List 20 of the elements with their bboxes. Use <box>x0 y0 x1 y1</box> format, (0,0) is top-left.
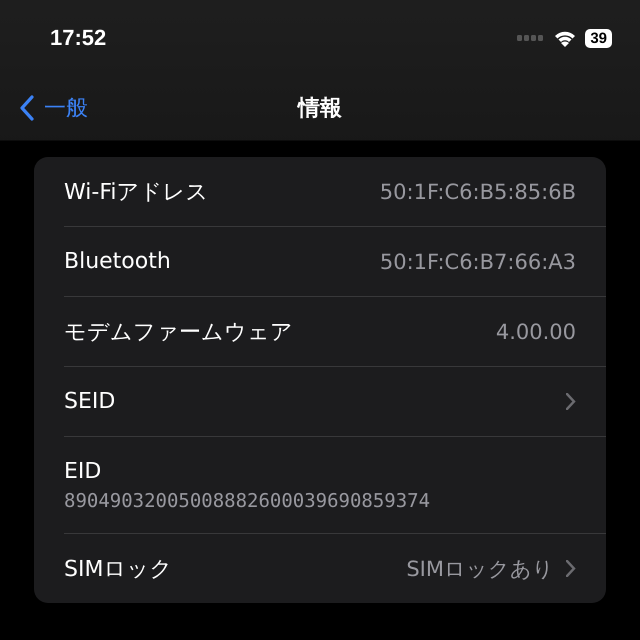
row-value: 89049032005008882600039690859374 <box>64 490 430 512</box>
row-label: SIMロック <box>64 556 172 584</box>
status-time: 17:52 <box>50 25 106 51</box>
row-label: Bluetooth <box>64 249 171 274</box>
back-chevron-icon <box>20 95 34 121</box>
row-label: EID <box>64 458 102 484</box>
row-label: Wi-Fiアドレス <box>64 178 208 206</box>
page-title: 情報 <box>298 95 342 123</box>
back-button[interactable]: 一般 <box>20 93 88 123</box>
row-value: 50:1F:C6:B7:66:A3 <box>380 250 576 274</box>
row-value: 50:1F:C6:B5:85:6B <box>380 180 576 204</box>
wifi-icon <box>553 29 578 47</box>
row-label: SEID <box>64 389 116 414</box>
row-value: 4.00.00 <box>496 320 576 344</box>
chevron-icon <box>566 393 576 410</box>
chevron-icon <box>566 560 576 577</box>
signal-icon <box>517 35 546 41</box>
battery-indicator: 39 <box>585 28 612 48</box>
row-value: SIMロックあり <box>406 556 554 582</box>
row-label: モデムファームウェア <box>64 318 293 346</box>
